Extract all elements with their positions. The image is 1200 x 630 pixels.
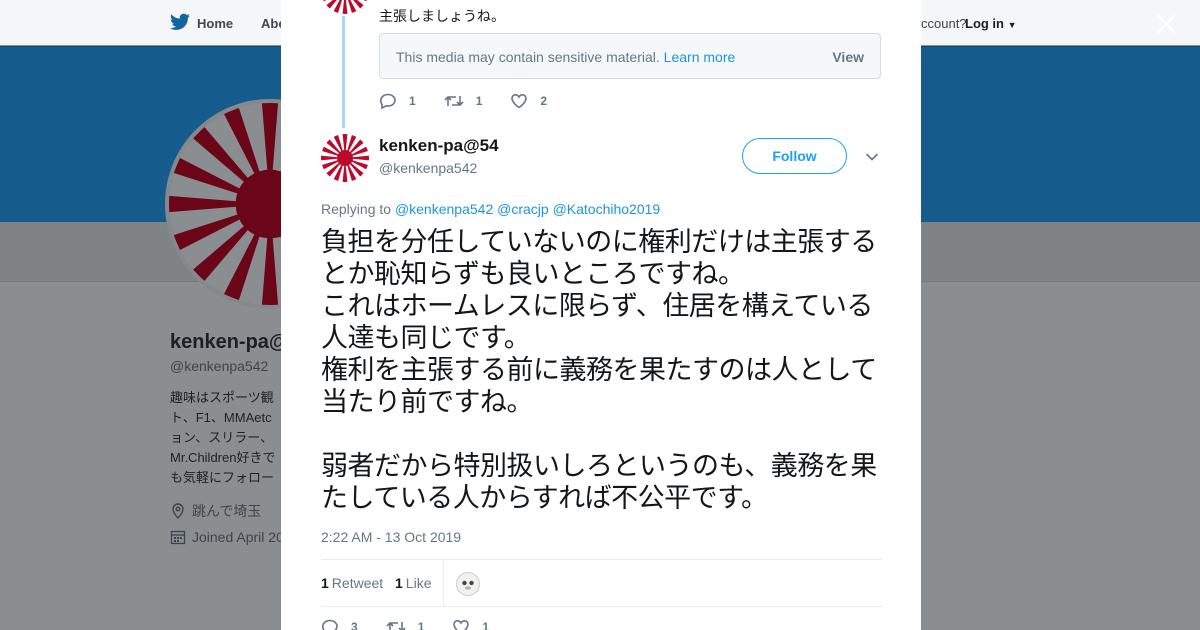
follow-button[interactable]: Follow: [742, 138, 847, 174]
replying-to-link[interactable]: @Katochiho2019: [553, 201, 661, 217]
reply-button[interactable]: 1: [379, 92, 416, 110]
like-count: 1: [482, 620, 490, 630]
background-profile-location: 跳んで埼玉: [170, 501, 261, 521]
sensitive-notice-label: This media may contain sensitive materia…: [396, 49, 660, 65]
retweet-icon: [386, 622, 406, 630]
like-button[interactable]: 1: [452, 618, 489, 630]
reply-count: 3: [351, 620, 358, 630]
location-pin-icon: [170, 503, 186, 519]
bio-line: ト、F1、MMAetc: [170, 410, 272, 425]
retweet-count: 1: [475, 94, 483, 108]
author-avatar[interactable]: [321, 134, 369, 182]
close-modal-button[interactable]: [1154, 12, 1178, 36]
joined-label: Joined April 20: [192, 529, 284, 545]
tweet-paragraph: これはホームレスに限らず、住居を構えている人達も同じです。: [321, 291, 873, 354]
retweets-label: Retweet: [331, 575, 384, 591]
retweet-button[interactable]: 1: [386, 618, 425, 630]
tweet-timestamp[interactable]: 2:22 AM - 13 Oct 2019: [321, 529, 461, 545]
tweet-text: 負担を分任していないのに権利だけは主張するとか恥知らずも良いところですね。 これ…: [321, 227, 886, 515]
previous-tweet-avatar[interactable]: [321, 0, 369, 14]
background-profile-joined: Joined April 20: [170, 529, 284, 545]
location-label: 跳んで埼玉: [192, 503, 262, 519]
chevron-down-icon: [866, 153, 878, 161]
bio-line: も気軽にフォロー: [170, 470, 275, 485]
background-profile-bio: 趣味はスポーツ観 ト、F1、MMAetc ョン、スリラー、 Mr.Childre…: [170, 388, 285, 488]
view-sensitive-media-button[interactable]: View: [832, 49, 864, 65]
likes-label: Like: [405, 575, 432, 591]
tweet-paragraph: 弱者だから特別扱いしろというのも、義務を果たしている人からすれば不公平です。: [321, 451, 877, 514]
reply-icon: [379, 93, 396, 110]
retweet-count: 1: [417, 620, 425, 630]
tweet-paragraph-blank: [321, 419, 886, 451]
retweet-icon: [444, 96, 464, 106]
reply-count: 1: [409, 94, 416, 108]
caret-down-icon: ▼: [1007, 20, 1017, 30]
sensitive-media-notice: This media may contain sensitive materia…: [379, 33, 881, 79]
reply-button[interactable]: 3: [321, 618, 358, 630]
nav-account-prompt: ccount?: [921, 16, 967, 31]
retweet-button[interactable]: 1: [444, 92, 483, 110]
calendar-icon: [170, 529, 186, 545]
stats-divider: [443, 560, 444, 606]
background-profile-handle: @kenkenpa542: [170, 358, 269, 374]
tweet-actions: 3 1 1: [321, 618, 517, 630]
twitter-bird-icon[interactable]: [170, 13, 190, 36]
tweet-paragraph: 負担を分任していないのに権利だけは主張するとか恥知らずも良いところですね。: [321, 227, 877, 290]
tweet-paragraph: 権利を主張する前に義務を果たすのは人として当たり前ですね。: [321, 355, 877, 418]
close-icon: [1156, 14, 1176, 34]
nav-home-link[interactable]: Home: [197, 16, 233, 31]
replying-to-link[interactable]: @kenkenpa542: [395, 201, 493, 217]
retweets-stat[interactable]: 1 Retweet: [321, 575, 383, 591]
replying-to-prefix: Replying to: [321, 201, 392, 217]
author-handle[interactable]: @kenkenpa542: [379, 160, 477, 176]
thread-connector-line: [342, 16, 345, 128]
reply-icon: [321, 619, 338, 630]
bio-line: 趣味はスポーツ観: [170, 390, 274, 405]
replying-to: Replying to @kenkenpa542 @cracjp @Katoch…: [321, 201, 660, 217]
replying-to-link[interactable]: @cracjp: [497, 201, 549, 217]
tweet-stats: 1 Retweet 1 Like: [321, 559, 882, 607]
like-count: 2: [540, 94, 548, 108]
sensitive-notice-text: This media may contain sensitive materia…: [396, 49, 735, 65]
like-button[interactable]: 2: [510, 92, 547, 110]
more-options-button[interactable]: [865, 150, 879, 164]
liker-avatar[interactable]: [456, 572, 480, 596]
tweet-permalink-modal: 主張しましょうね。 This media may contain sensiti…: [281, 0, 921, 630]
likes-stat[interactable]: 1 Like: [395, 575, 431, 591]
login-label: Log in: [965, 16, 1004, 31]
bio-line: Mr.Children好きで: [170, 450, 276, 465]
bio-line: ョン、スリラー、: [170, 430, 274, 445]
heart-icon: [453, 619, 470, 630]
author-name[interactable]: kenken-pa@54: [379, 136, 499, 156]
previous-tweet-text: 主張しましょうね。: [379, 8, 505, 24]
previous-tweet-actions: 1 1 2: [379, 92, 575, 110]
retweets-count: 1: [321, 575, 329, 591]
nav-login-link[interactable]: Log in ▼: [965, 16, 1017, 31]
learn-more-link[interactable]: Learn more: [664, 49, 736, 65]
background-profile-name: kenken-pa@: [170, 331, 289, 353]
likes-count: 1: [395, 575, 403, 591]
heart-icon: [511, 93, 528, 109]
